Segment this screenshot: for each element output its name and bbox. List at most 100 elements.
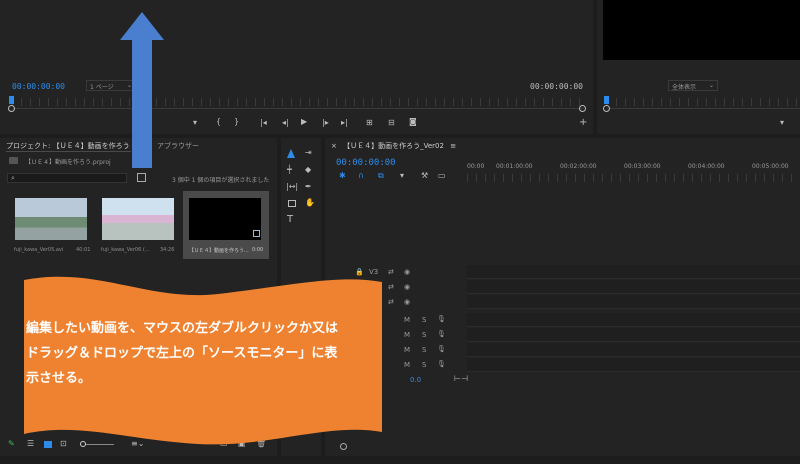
play-icon[interactable]: ▶	[301, 118, 307, 126]
microphone-icon[interactable]: 🎙	[437, 330, 446, 338]
in-point-circle[interactable]	[8, 105, 15, 112]
ruler-label: 00:01:00:00	[496, 163, 533, 170]
project-search-input[interactable]: ⌕	[7, 173, 127, 183]
captions-icon[interactable]: ▭	[438, 172, 446, 180]
sequence-icon	[253, 230, 260, 237]
timeline-tab-label: 【ＵＥ４】動画を作ろう_Ver02	[343, 142, 444, 150]
marker-icon[interactable]: ▾	[193, 119, 197, 127]
microphone-icon[interactable]: 🎙	[437, 360, 446, 368]
timeline-timecode[interactable]: 00:00:00:00	[336, 158, 396, 168]
new-bin-icon[interactable]	[137, 173, 146, 182]
program-scrub-line	[607, 108, 800, 109]
mute-button[interactable]: M	[404, 331, 410, 339]
clip-duration: 34:26	[160, 247, 175, 253]
solo-button[interactable]: S	[422, 331, 426, 339]
track-lane-v3[interactable]	[467, 265, 800, 279]
clip-thumbnail[interactable]	[102, 198, 174, 240]
master-volume-value[interactable]: 0.0	[410, 376, 421, 384]
timeline-tab[interactable]: × 【ＵＥ４】動画を作ろう_Ver02 ≡	[331, 141, 456, 151]
hamburger-icon[interactable]: ≡	[450, 142, 456, 150]
source-scrub-line	[12, 108, 584, 109]
eye-icon[interactable]: ◉	[404, 268, 410, 276]
snap-icon[interactable]: ✱	[339, 172, 346, 180]
page-select-value: 1 ページ	[90, 84, 114, 91]
pencil-icon[interactable]: ✎	[8, 440, 15, 448]
go-to-out-icon[interactable]: ▸|	[341, 119, 348, 127]
step-back-icon[interactable]: ◂|	[282, 119, 289, 127]
timeline-ruler[interactable]	[467, 174, 800, 182]
bin-folder-icon	[9, 157, 18, 164]
chevron-down-icon: ⌄	[708, 82, 714, 89]
zoom-fit-icon[interactable]: ⊢⊣	[454, 375, 468, 383]
arrow-up-icon	[120, 12, 164, 168]
mute-button[interactable]: M	[404, 346, 410, 354]
track-select-icon[interactable]: ⇥	[305, 149, 312, 157]
callout-text: 編集したい動画を、マウスの左ダブルクリックか又は ドラッグ＆ドロップで左上の「ソ…	[26, 316, 386, 391]
source-timecode-left[interactable]: 00:00:00:00	[12, 82, 65, 91]
ruler-label: 00:04:00:00	[688, 163, 725, 170]
add-marker-icon[interactable]: ▾	[400, 172, 404, 180]
clip-name: fuji_kawa_Ver06 (...	[101, 247, 150, 253]
program-monitor-panel: 全体表示 ⌄ ▾	[597, 0, 800, 134]
fit-select[interactable]: 全体表示 ⌄	[668, 80, 718, 91]
close-icon[interactable]: ×	[331, 142, 337, 150]
track-lane-v2[interactable]	[467, 280, 800, 294]
out-point-circle[interactable]	[579, 105, 586, 112]
ripple-edit-icon[interactable]: ┿	[287, 166, 292, 174]
clip-name: fuji_kawa_Ver05.avi	[14, 247, 64, 253]
callout-line: ドラッグ＆ドロップで左上の「ソースモニター」に表	[26, 346, 338, 361]
razor-icon[interactable]: ◆	[305, 166, 311, 174]
solo-button[interactable]: S	[422, 316, 426, 324]
mark-in-icon[interactable]: {	[216, 118, 221, 126]
export-frame-icon[interactable]: ◙	[409, 118, 417, 126]
microphone-icon[interactable]: 🎙	[437, 345, 446, 353]
clip-thumbnail[interactable]	[189, 198, 261, 240]
rectangle-tool-icon[interactable]	[288, 200, 296, 207]
sync-lock-icon[interactable]: ⇄	[388, 283, 394, 291]
solo-button[interactable]: S	[422, 346, 426, 354]
wrench-icon[interactable]: ⚒	[421, 172, 428, 180]
step-forward-icon[interactable]: |▸	[322, 119, 329, 127]
program-in-circle[interactable]	[603, 105, 610, 112]
track-lane-a3[interactable]	[467, 343, 800, 357]
pen-tool-icon[interactable]: ✒	[305, 183, 312, 191]
eye-icon[interactable]: ◉	[404, 283, 410, 291]
project-tab-label: プロジェクト: 【ＵＥ４】動画を作ろう	[6, 142, 130, 150]
program-marker-icon[interactable]: ▾	[780, 119, 784, 127]
ruler-label: 00:03:00:00	[624, 163, 661, 170]
track-lane-a1[interactable]	[467, 313, 800, 327]
track-lane-a2[interactable]	[467, 328, 800, 342]
go-to-in-icon[interactable]: |◂	[260, 119, 267, 127]
magnet-icon[interactable]: ∩	[358, 172, 364, 180]
source-playhead[interactable]	[9, 96, 14, 104]
slip-tool-icon[interactable]: |↔|	[286, 183, 298, 191]
clip-duration: 40:01	[76, 247, 91, 253]
insert-icon[interactable]: ⊞	[366, 119, 373, 127]
program-time-ruler[interactable]	[607, 98, 797, 106]
arrow-shape	[120, 12, 164, 168]
type-tool-icon[interactable]: T	[287, 215, 293, 225]
mark-out-icon[interactable]: }	[234, 118, 239, 126]
solo-button[interactable]: S	[422, 361, 426, 369]
fit-select-value: 全体表示	[672, 84, 697, 91]
callout-line: 示させる。	[26, 371, 92, 386]
mute-button[interactable]: M	[404, 316, 410, 324]
source-time-ruler[interactable]	[12, 98, 582, 106]
linked-selection-icon[interactable]: ⧉	[378, 172, 384, 180]
sync-lock-icon[interactable]: ⇄	[388, 268, 394, 276]
mute-button[interactable]: M	[404, 361, 410, 369]
sync-lock-icon[interactable]: ⇄	[388, 298, 394, 306]
microphone-icon[interactable]: 🎙	[437, 315, 446, 323]
overwrite-icon[interactable]: ⊟	[388, 119, 395, 127]
selection-status: 3 個中 1 個の項目が選択されました	[172, 177, 270, 184]
eye-icon[interactable]: ◉	[404, 298, 410, 306]
add-button-icon[interactable]: +	[579, 118, 587, 128]
selection-tool-icon[interactable]	[287, 149, 295, 158]
clip-name: 【ＵＥ４】動画を作ろう...	[189, 248, 249, 254]
track-lane-a4[interactable]	[467, 358, 800, 372]
source-monitor-panel: 00:00:00:00 1 ページ ⌄ 00:00:00:00 ▾ { } |◂…	[0, 0, 593, 134]
clip-thumbnail[interactable]	[15, 198, 87, 240]
hand-tool-icon[interactable]: ✋	[305, 199, 315, 207]
program-playhead[interactable]	[604, 96, 609, 104]
track-lane-v1[interactable]	[467, 295, 800, 309]
